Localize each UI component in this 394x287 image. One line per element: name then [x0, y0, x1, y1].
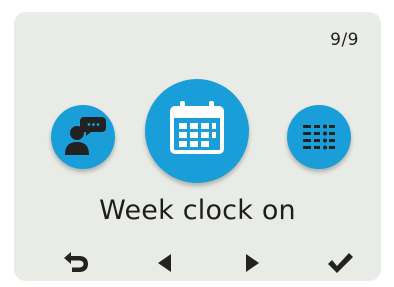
next-button[interactable] — [234, 249, 266, 277]
display-screen: 9/9 Week clock on — [14, 12, 381, 281]
back-arrow-icon — [64, 252, 88, 272]
back-button[interactable] — [60, 249, 92, 277]
user-speech-icon — [65, 117, 106, 155]
triangle-right-icon — [246, 254, 259, 272]
list-schedule-icon — [303, 124, 335, 150]
checkmark-icon — [328, 253, 353, 273]
carousel-item-calendar[interactable] — [145, 79, 249, 183]
carousel-item-list-schedule[interactable] — [287, 105, 351, 169]
carousel-item-user-speech[interactable] — [51, 105, 115, 169]
triangle-left-icon — [158, 254, 171, 272]
calendar-icon — [170, 101, 224, 154]
selection-label: Week clock on — [99, 195, 296, 226]
device-bezel: 9/9 Week clock on — [0, 0, 394, 287]
confirm-button[interactable] — [324, 249, 356, 277]
page-counter: 9/9 — [330, 30, 359, 50]
previous-button[interactable] — [151, 249, 183, 277]
